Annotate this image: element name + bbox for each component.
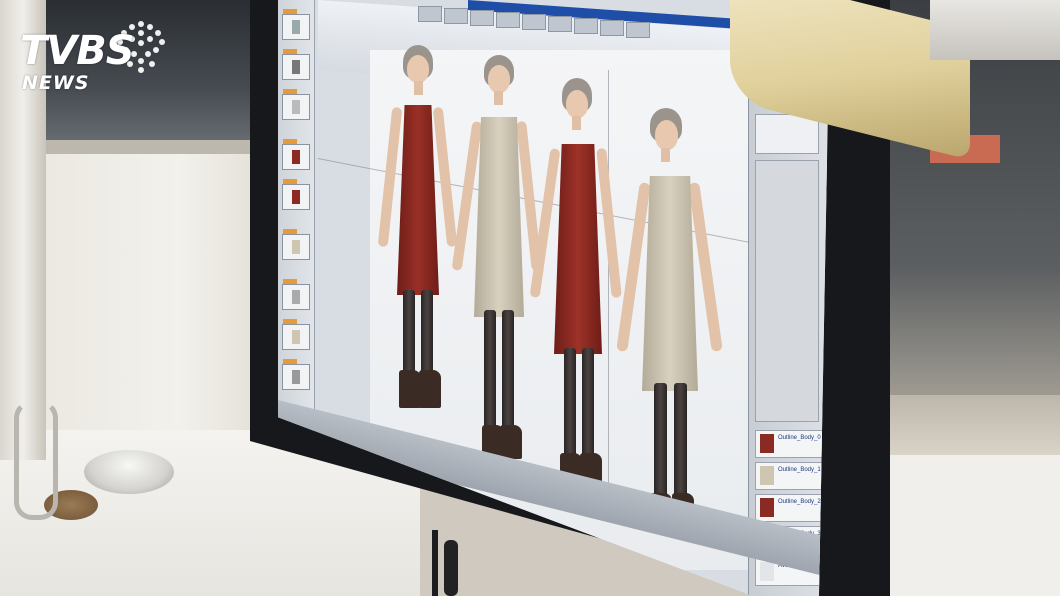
- folder-thumb-icon[interactable]: [282, 279, 310, 310]
- layer-thumb-icon: [760, 562, 774, 581]
- layer-item[interactable]: Outline_Body_2: [755, 494, 823, 522]
- right-window-frame: [870, 395, 1060, 455]
- folder-thumb-icon[interactable]: [282, 359, 310, 390]
- layer-thumb-icon: [760, 498, 774, 517]
- toolbar-button[interactable]: [470, 10, 494, 26]
- folder-thumb-icon[interactable]: [282, 229, 310, 260]
- layer-label: Outline_Body_0: [778, 435, 821, 441]
- photo-scene: Outline_Body_0 Outline_Body_1 Outline_Bo…: [0, 0, 1060, 596]
- layer-item[interactable]: Outline_Body_1: [755, 462, 823, 490]
- logo-subtitle: NEWS: [22, 72, 90, 94]
- toolbar-button[interactable]: [600, 20, 624, 36]
- property-area: [755, 160, 819, 422]
- layer-label: Outline_Body_1: [778, 467, 821, 473]
- toolbar-button[interactable]: [574, 18, 598, 34]
- folder-thumb-icon[interactable]: [282, 49, 310, 80]
- left-sidebar: [278, 0, 315, 440]
- tvbs-news-logo: TVBS NEWS: [20, 18, 170, 98]
- folder-thumb-icon[interactable]: [282, 89, 310, 120]
- layer-item[interactable]: Outline_Body_0: [755, 430, 823, 458]
- folder-thumb-icon[interactable]: [282, 179, 310, 210]
- folder-thumb-icon[interactable]: [282, 139, 310, 170]
- logo-wordmark: TVBS: [20, 28, 135, 74]
- folder-thumb-icon[interactable]: [282, 319, 310, 350]
- desk-lamp-body: [930, 0, 1060, 60]
- monitor-cable: [432, 530, 438, 596]
- layer-label: Outline_Body_2: [778, 499, 821, 505]
- toolbar-button[interactable]: [548, 16, 572, 32]
- toolbar-button[interactable]: [444, 8, 468, 24]
- viewport-gridline: [608, 70, 609, 490]
- toolbar-button[interactable]: [496, 12, 520, 28]
- toolbar-button[interactable]: [522, 14, 546, 30]
- right-cabinet: [860, 455, 1060, 596]
- layer-thumb-icon: [760, 466, 774, 485]
- toolbar-button[interactable]: [626, 22, 650, 38]
- folder-thumb-icon[interactable]: [282, 9, 310, 40]
- desk-grommet-cap: [84, 450, 174, 494]
- desk-lamp-joint: [14, 400, 58, 520]
- monitor-stand: [444, 540, 458, 596]
- toolbar-button[interactable]: [418, 6, 442, 22]
- layer-thumb-icon: [760, 434, 774, 453]
